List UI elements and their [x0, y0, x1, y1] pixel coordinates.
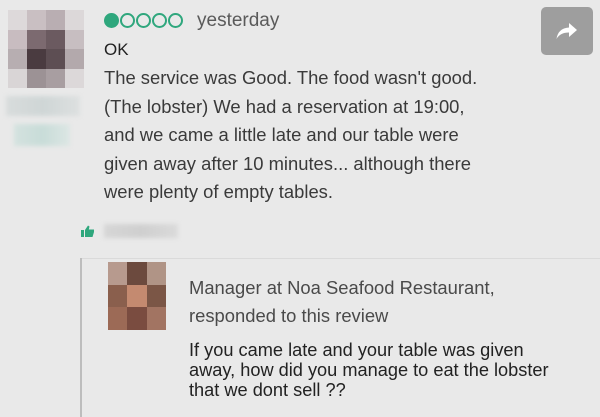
response-divider: [80, 258, 600, 259]
review-title[interactable]: OK: [104, 40, 129, 60]
response-author: Manager at Noa Seafood Restaurant, respo…: [189, 274, 549, 330]
review-body-line: The service was Good. The food wasn't go…: [104, 67, 478, 88]
response-responded-line: responded to this review: [189, 305, 389, 326]
response-body-line: away, how did you manage to eat the lobs…: [189, 360, 549, 380]
review-date: yesterday: [197, 10, 280, 31]
response-author-line: Manager at Noa Seafood Restaurant,: [189, 277, 495, 298]
response-indent-rule: [80, 258, 82, 417]
review-body-line: were plenty of empty tables.: [104, 181, 333, 202]
thumbs-up-icon[interactable]: [80, 224, 96, 238]
reviewer-avatar[interactable]: [8, 10, 84, 88]
response-body: If you came late and your table was give…: [189, 340, 579, 400]
rating-bubble-empty-icon: [152, 13, 167, 28]
rating-bubble-empty-icon: [120, 13, 135, 28]
manager-avatar: [108, 262, 166, 330]
rating-bubble-empty-icon: [168, 13, 183, 28]
reviewer-name-redacted: [6, 96, 80, 116]
rating-bubbles: [104, 13, 183, 28]
helpful-row: [80, 224, 178, 238]
share-arrow-icon: [556, 23, 577, 39]
rating-bubble-empty-icon: [136, 13, 151, 28]
rating-bubble-filled-icon: [104, 13, 119, 28]
helpful-count-redacted: [104, 224, 178, 238]
response-body-line: that we dont sell ??: [189, 380, 346, 400]
response-body-line: If you came late and your table was give…: [189, 340, 524, 360]
share-button[interactable]: [541, 7, 593, 55]
review-body-line: given away after 10 minutes... although …: [104, 152, 472, 174]
review-body: The service was Good. The food wasn't go…: [104, 64, 534, 207]
reviewer-meta-redacted: [14, 124, 70, 146]
review-card: yesterday OK The service was Good. The f…: [0, 0, 600, 417]
review-body-line: (The lobster) We had a reservation at 19…: [104, 95, 465, 117]
review-body-line: and we came a little late and our table …: [104, 124, 459, 145]
